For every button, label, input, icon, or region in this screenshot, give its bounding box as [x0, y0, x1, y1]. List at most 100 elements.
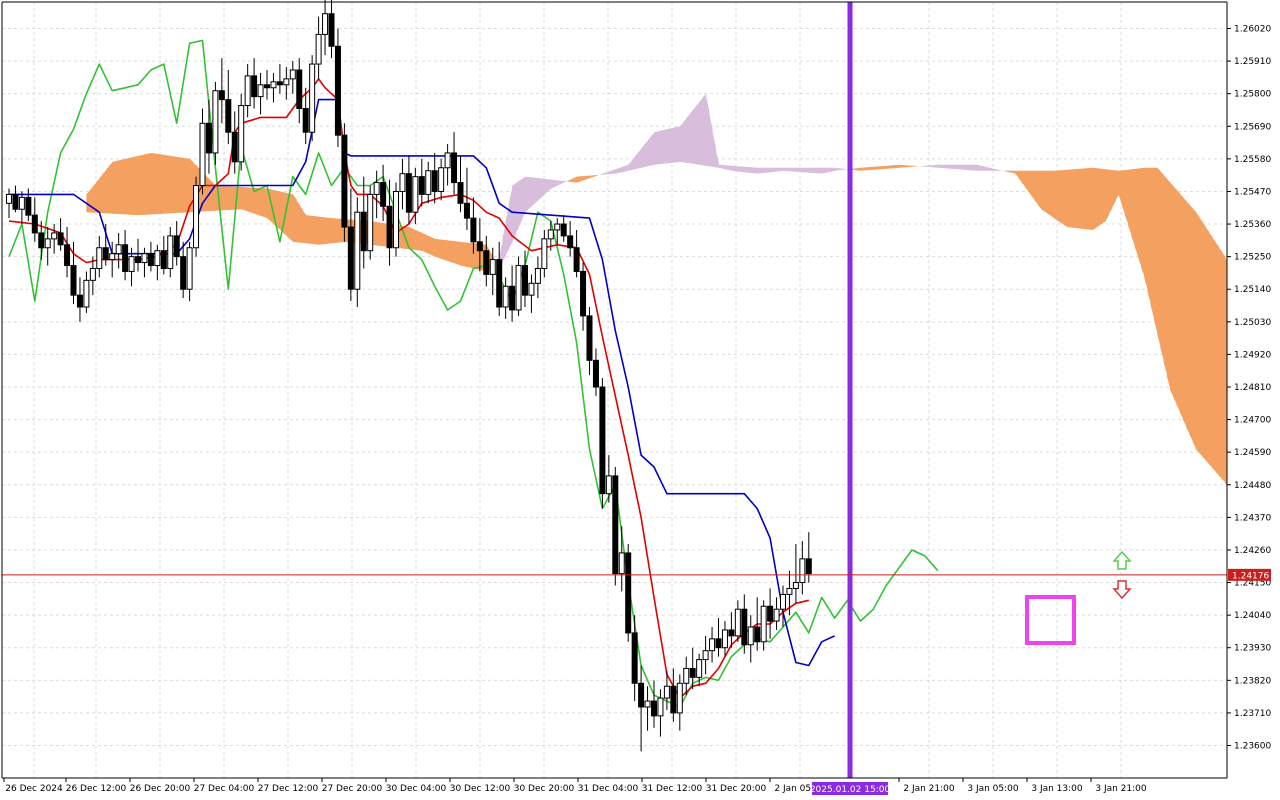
candle-body — [96, 247, 103, 269]
candle-body — [141, 253, 148, 264]
candle-body — [476, 241, 483, 252]
x-tick-label: 26 Dec 12:00 — [66, 784, 127, 794]
y-tick-label: 1.24810 — [1234, 383, 1271, 393]
candle-body — [315, 33, 322, 65]
y-tick-label: 1.25800 — [1234, 90, 1271, 100]
candle — [393, 182, 399, 257]
candle — [334, 28, 341, 148]
candle-body — [31, 214, 38, 234]
candle-body — [25, 196, 32, 216]
candle-body — [592, 359, 599, 388]
y-tick-label: 1.25690 — [1234, 122, 1271, 132]
chart-root: 1.26020 1.25910 1.25800 1.25690 1.25580 1.254… — [0, 0, 1280, 800]
candle-body — [509, 285, 516, 311]
candle-body — [715, 638, 722, 649]
candle-body — [238, 105, 245, 163]
candle-body — [180, 256, 187, 290]
candle-body — [567, 235, 574, 249]
candle-body — [412, 176, 419, 213]
candle-body — [405, 173, 412, 213]
candle-body — [651, 700, 657, 717]
candle-body — [289, 69, 296, 80]
x-tick-label: 31 Dec 04:00 — [578, 784, 639, 794]
candle-body — [283, 78, 290, 86]
candle-body — [689, 667, 696, 678]
candle-body — [431, 170, 438, 192]
candle-body — [251, 75, 258, 98]
candle-body — [554, 223, 561, 231]
candle-body — [83, 279, 90, 308]
candle-body — [483, 250, 490, 275]
candle-body — [599, 386, 606, 495]
y-tick-label: 1.23820 — [1234, 676, 1271, 686]
candle-body — [528, 282, 535, 296]
x-tick-label: 30 Dec 20:00 — [514, 784, 575, 794]
x-tick-label: 27 Dec 20:00 — [322, 784, 383, 794]
candle-body — [489, 259, 496, 275]
candle-body — [160, 250, 167, 269]
y-tick-label: 1.24040 — [1234, 611, 1271, 621]
y-tick-label: 1.26020 — [1234, 25, 1271, 35]
candle-body — [805, 558, 812, 575]
candle-body — [418, 176, 425, 195]
candle-body — [496, 259, 503, 308]
candle-body — [747, 626, 754, 646]
y-tick-label: 1.25140 — [1234, 285, 1271, 295]
y-tick-label: 1.24590 — [1234, 448, 1271, 458]
x-tick-label: 26 Dec 20:00 — [130, 784, 191, 794]
candle-body — [122, 244, 129, 272]
candle-body — [709, 638, 716, 652]
candle-body — [457, 182, 464, 204]
x-tick-label: 30 Dec 04:00 — [386, 784, 447, 794]
candle-body — [767, 605, 774, 622]
candle-body — [115, 244, 122, 255]
candle-body — [334, 45, 341, 136]
x-tick-label: 3 Jan 05:00 — [967, 784, 1019, 794]
y-tick-label: 1.23600 — [1234, 742, 1271, 752]
y-tick-label: 1.25250 — [1234, 253, 1271, 263]
x-tick-label: 26 Dec 2024 — [5, 784, 63, 794]
candle-body — [522, 265, 528, 296]
candle-body — [799, 558, 806, 584]
candle-body — [347, 226, 354, 290]
candle-body — [205, 122, 212, 154]
candle-body — [760, 605, 767, 643]
candle — [212, 81, 219, 165]
candle-body — [341, 134, 348, 228]
candle-body — [367, 193, 374, 252]
candle-body — [199, 122, 206, 187]
candle-body — [618, 552, 625, 575]
candle-body — [154, 250, 161, 267]
candle-body — [322, 13, 329, 35]
candle-body — [638, 682, 645, 708]
ichimoku-chart[interactable]: 1.26020 1.25910 1.25800 1.25690 1.25580 1.254… — [0, 0, 1280, 800]
y-tick-label: 1.24370 — [1234, 513, 1271, 523]
candle-body — [451, 152, 458, 184]
candle-body — [541, 238, 548, 269]
candle-body — [380, 182, 387, 207]
candle — [367, 185, 374, 260]
candle-body — [773, 608, 780, 622]
y-tick-label: 1.24920 — [1234, 350, 1271, 360]
candle-body — [328, 13, 335, 47]
candle-body — [425, 170, 432, 195]
y-tick-label: 1.23710 — [1234, 709, 1271, 719]
candle-body — [373, 182, 380, 195]
candle-body — [644, 700, 651, 708]
candle-body — [51, 232, 58, 240]
x-tick-label: 2 Jan 21:00 — [903, 784, 955, 794]
candle-body — [257, 84, 264, 98]
candle-body — [721, 629, 728, 649]
candle-body — [663, 685, 670, 699]
y-tick-label: 1.25360 — [1234, 220, 1271, 230]
y-tick-label: 1.24700 — [1234, 416, 1271, 426]
x-tick-label: 31 Dec 20:00 — [706, 784, 767, 794]
candle-body — [573, 247, 580, 272]
candle-body — [741, 608, 748, 646]
candle-body — [470, 217, 477, 243]
candle-body — [309, 63, 316, 133]
candle — [612, 466, 619, 586]
x-tick-label: 27 Dec 04:00 — [194, 784, 255, 794]
candle-body — [657, 697, 664, 717]
y-tick-label: 1.25030 — [1234, 318, 1271, 328]
